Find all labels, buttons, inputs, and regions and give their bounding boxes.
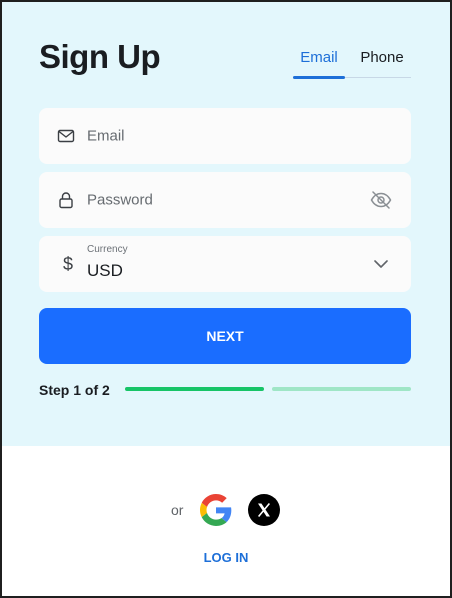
currency-select[interactable]: $ Currency USD [39,236,411,292]
password-input[interactable] [87,191,347,209]
chevron-down-icon[interactable] [373,256,389,272]
tab-email[interactable]: Email [293,48,345,79]
google-icon[interactable] [200,494,232,526]
x-icon[interactable] [248,494,280,526]
lock-icon [57,191,75,209]
eye-off-icon[interactable] [369,188,393,212]
progress-step-1 [125,387,264,391]
email-field[interactable] [39,108,411,164]
email-input[interactable] [87,127,347,145]
mail-icon [57,127,75,145]
signup-card: Sign Up Email Phone Email $ Currency USD… [0,0,452,598]
currency-value: USD [87,261,123,280]
step-indicator: Step 1 of 2 [39,382,110,398]
auth-method-tabs: Email Phone [293,48,411,79]
login-link[interactable]: LOG IN [2,550,450,565]
progress-step-2 [272,387,411,391]
tab-phone[interactable]: Phone [353,48,411,78]
or-divider: or [171,502,184,518]
password-field[interactable] [39,172,411,228]
next-button[interactable]: NEXT [39,308,411,364]
page-title: Sign Up [39,38,161,75]
currency-label: Currency [87,244,128,255]
currency-symbol: $ [63,254,74,274]
